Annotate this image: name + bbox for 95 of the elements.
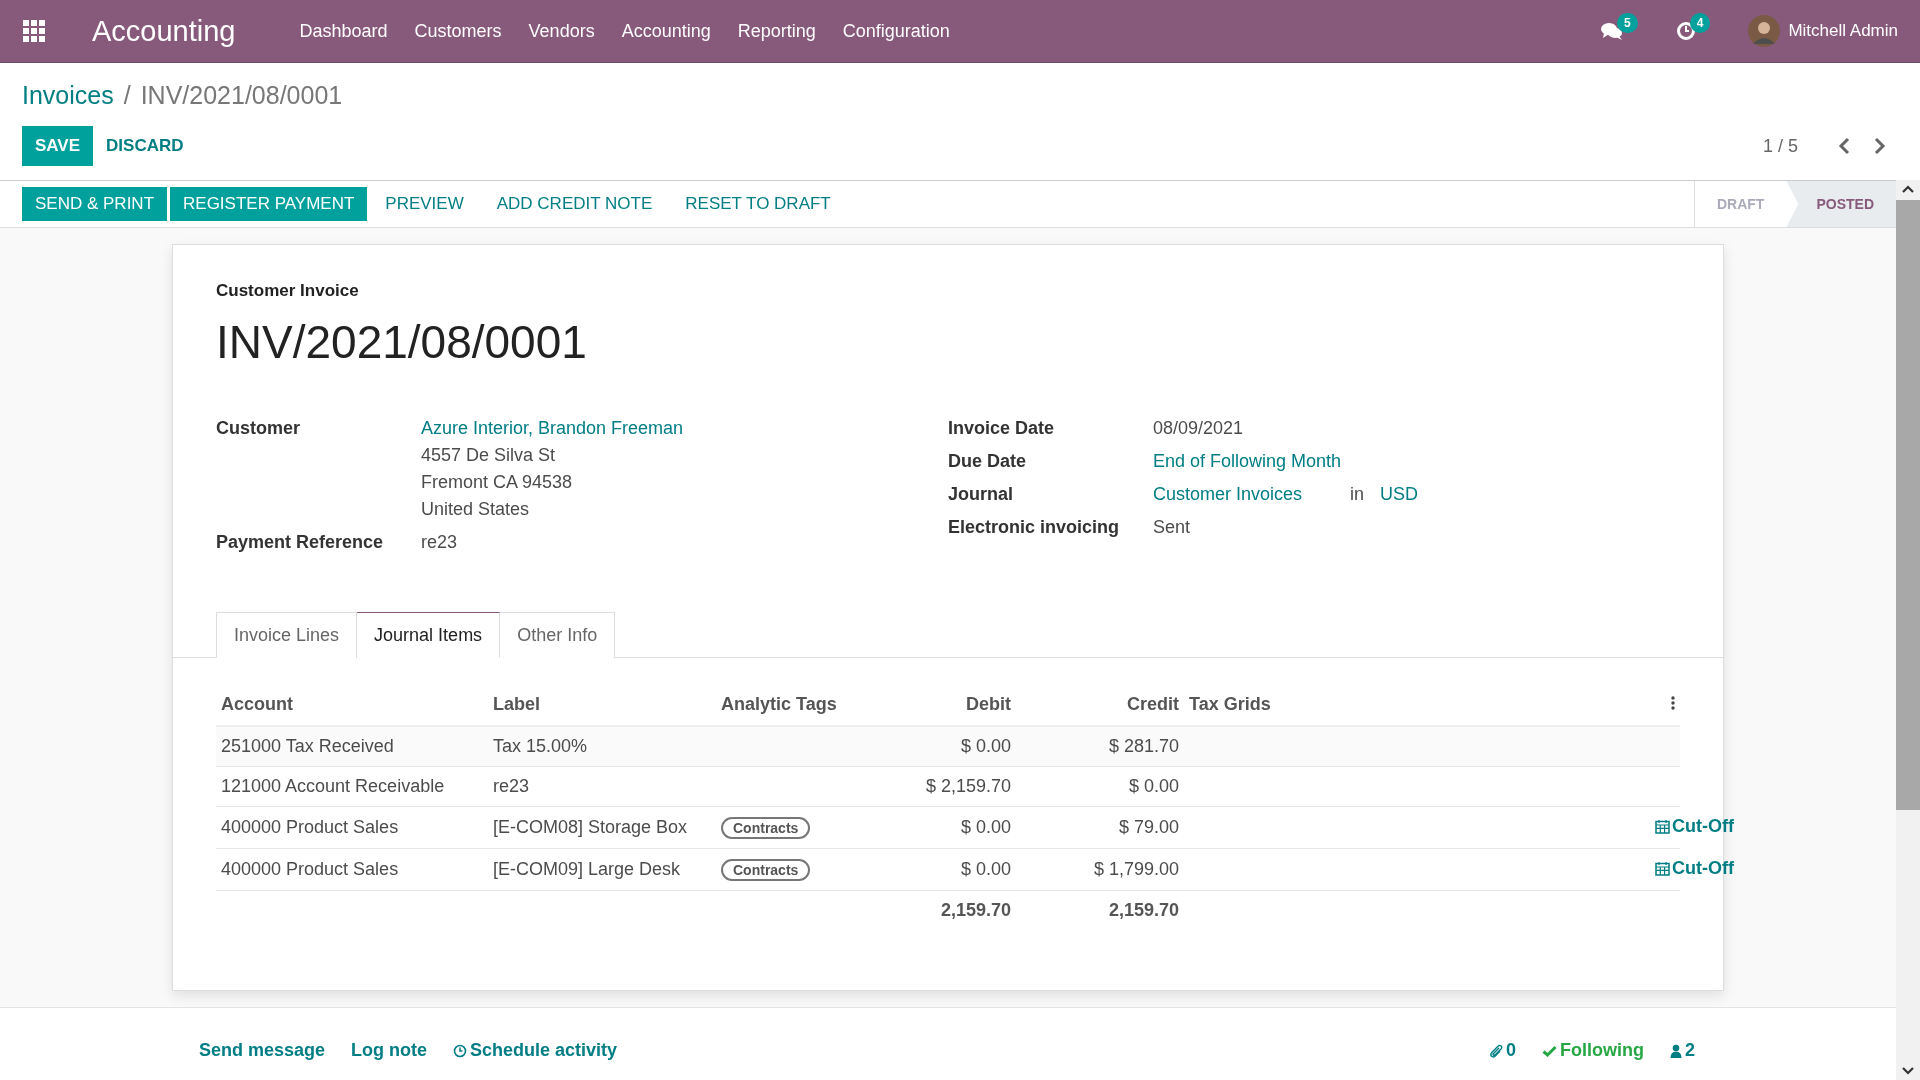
- field-value: in: [1350, 483, 1365, 506]
- field-link[interactable]: End of Following Month: [1153, 448, 1342, 475]
- field-value: 08/09/2021: [1153, 417, 1244, 440]
- chatter-action[interactable]: Log note: [351, 1040, 428, 1061]
- action-button[interactable]: RESET TO DRAFT: [670, 187, 846, 221]
- menu-item[interactable]: Dashboard: [299, 20, 388, 42]
- document-type: Customer Invoice: [216, 281, 360, 301]
- field-label: Due Date: [948, 450, 1028, 473]
- column-header[interactable]: Tax Grids: [1189, 694, 1271, 714]
- notebook-tab[interactable]: Journal Items: [357, 612, 501, 658]
- table-cell: [E-COM09] Large Desk: [493, 859, 681, 879]
- table-cell: [E-COM08] Storage Box: [493, 817, 688, 837]
- following-button[interactable]: Following: [1542, 1040, 1644, 1061]
- action-button[interactable]: PREVIEW: [370, 187, 479, 221]
- cut-off-link[interactable]: Cut-Off: [1655, 816, 1734, 837]
- chatter-action[interactable]: Send message: [199, 1040, 326, 1061]
- field-link[interactable]: Azure Interior, Brandon Freeman: [421, 415, 684, 442]
- person-icon: [1670, 1043, 1682, 1058]
- menu-item[interactable]: Reporting: [737, 20, 816, 42]
- activity-count-badge: 4: [1689, 13, 1711, 33]
- calendar-icon: [1655, 861, 1670, 876]
- column-header[interactable]: Label: [493, 694, 540, 714]
- chatter-action[interactable]: Schedule activity: [453, 1040, 618, 1061]
- scrollbar-thumb[interactable]: [1896, 200, 1920, 810]
- field-label: Invoice Date: [948, 417, 1056, 440]
- field-value: United States: [421, 498, 531, 521]
- analytic-tag: Contracts: [721, 859, 811, 881]
- scroll-up-icon[interactable]: [1901, 184, 1915, 194]
- analytic-tag: Contracts: [721, 817, 811, 839]
- clock-icon[interactable]: [1675, 21, 1696, 41]
- apps-menu-icon[interactable]: [22, 19, 46, 43]
- paperclip-icon: [1489, 1043, 1503, 1058]
- table-cell: $ 1,799.00: [1093, 859, 1179, 879]
- field-link[interactable]: Customer Invoices: [1153, 481, 1303, 508]
- scrollbar[interactable]: [1896, 180, 1920, 1080]
- field-value: Fremont CA 94538: [421, 471, 574, 494]
- next-icon[interactable]: [1873, 137, 1887, 155]
- cut-off-link[interactable]: Cut-Off: [1655, 858, 1734, 879]
- field-link[interactable]: USD: [1380, 481, 1419, 508]
- breadcrumb-link[interactable]: Invoices: [22, 81, 114, 110]
- menu-item[interactable]: Vendors: [528, 20, 595, 42]
- table-cell: $ 79.00: [1118, 817, 1179, 837]
- field-label: Electronic invoicing: [948, 516, 1121, 539]
- table-cell: 400000 Product Sales: [221, 817, 399, 837]
- previous-icon[interactable]: [1837, 137, 1851, 155]
- field-label: Payment Reference: [216, 531, 385, 554]
- table-cell: Tax 15.00%: [493, 736, 588, 756]
- field-value: 4557 De Silva St: [421, 444, 557, 467]
- menu-item[interactable]: Accounting: [621, 20, 711, 42]
- column-header[interactable]: Debit: [966, 694, 1011, 714]
- invoice-number: INV/2021/08/0001: [216, 315, 588, 369]
- check-icon: [1542, 1044, 1557, 1057]
- menu-item[interactable]: Configuration: [842, 20, 950, 42]
- menu-item[interactable]: Customers: [414, 20, 502, 42]
- followers-button[interactable]: 2: [1670, 1040, 1695, 1061]
- table-cell: 121000 Account Receivable: [221, 776, 445, 796]
- clock-icon: [453, 1043, 468, 1058]
- column-header[interactable]: Credit: [1127, 694, 1179, 714]
- table-cell: 251000 Tax Received: [221, 736, 394, 756]
- notebook-tab[interactable]: Other Info: [500, 612, 616, 658]
- message-count-badge: 5: [1617, 13, 1638, 33]
- app-name[interactable]: Accounting: [92, 14, 236, 48]
- action-button[interactable]: SEND & PRINT: [22, 187, 168, 221]
- action-button[interactable]: REGISTER PAYMENT: [170, 187, 368, 221]
- save-button[interactable]: SAVE: [22, 126, 94, 166]
- user-name[interactable]: Mitchell Admin: [1788, 21, 1898, 41]
- field-label: Customer: [216, 417, 301, 440]
- user-avatar[interactable]: [1748, 15, 1781, 47]
- table-cell: $ 0.00: [1128, 776, 1179, 796]
- table-cell: 400000 Product Sales: [221, 859, 399, 879]
- chat-icon[interactable]: [1601, 21, 1623, 41]
- debit-total: 2,159.70: [940, 900, 1011, 920]
- table-cell: $ 0.00: [960, 736, 1011, 756]
- table-cell: $ 2,159.70: [925, 776, 1011, 796]
- table-cell: $ 0.00: [960, 817, 1011, 837]
- column-header[interactable]: Account: [221, 694, 293, 714]
- table-cell: $ 281.70: [1108, 736, 1179, 756]
- pager-value: 1 / 5: [1762, 135, 1798, 157]
- table-cell: $ 0.00: [960, 859, 1011, 879]
- attachments-button[interactable]: 0: [1489, 1040, 1516, 1061]
- column-header[interactable]: Analytic Tags: [721, 694, 837, 714]
- credit-total: 2,159.70: [1108, 900, 1179, 920]
- status-step[interactable]: POSTED: [1786, 181, 1896, 227]
- field-label: Journal: [948, 483, 1014, 506]
- more-options-icon[interactable]: [1671, 696, 1675, 710]
- calendar-icon: [1655, 819, 1670, 834]
- field-value: Sent: [1153, 516, 1191, 539]
- field-value: re23: [421, 531, 458, 554]
- breadcrumb-current: INV/2021/08/0001: [140, 81, 343, 110]
- breadcrumb-separator: /: [123, 81, 131, 110]
- action-button[interactable]: ADD CREDIT NOTE: [481, 187, 668, 221]
- notebook-tab[interactable]: Invoice Lines: [216, 612, 358, 658]
- scroll-down-icon[interactable]: [1901, 1066, 1915, 1076]
- table-cell: re23: [493, 776, 530, 796]
- discard-button[interactable]: DISCARD: [93, 126, 197, 166]
